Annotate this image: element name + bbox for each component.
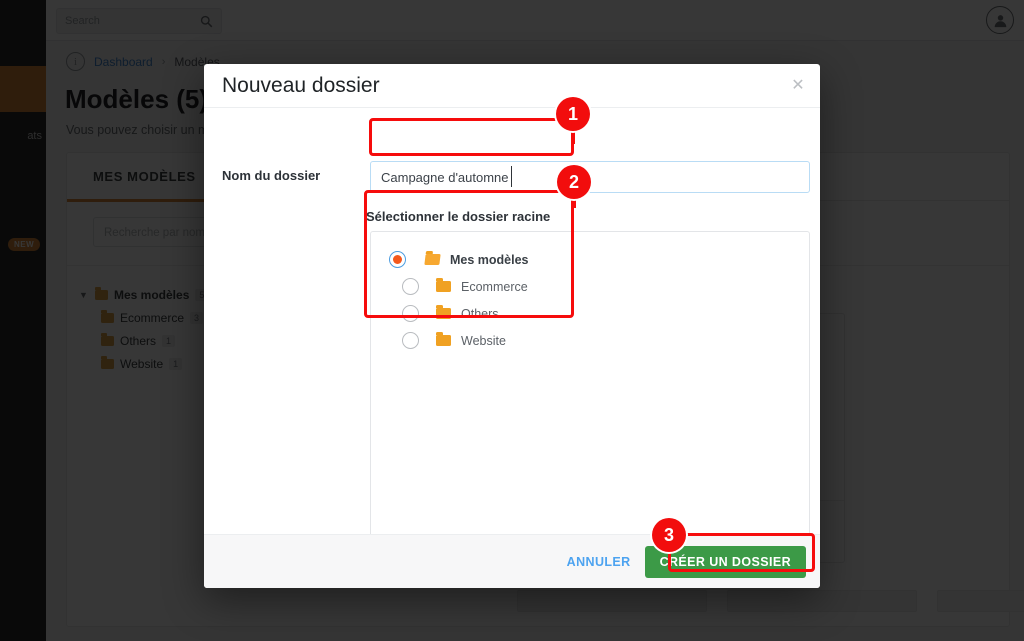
- folder-name-input[interactable]: [370, 161, 810, 193]
- folder-option-label: Website: [461, 333, 506, 348]
- folder-name-label: Nom du dossier: [222, 168, 321, 183]
- dialog-body: Nom du dossier Sélectionner le dossier r…: [204, 108, 820, 554]
- create-folder-button[interactable]: CRÉER UN DOSSIER: [644, 545, 806, 578]
- new-folder-dialog: Nouveau dossier ✕ Nom du dossier Sélecti…: [204, 64, 820, 588]
- radio-button[interactable]: [402, 278, 419, 295]
- folder-option-ecommerce[interactable]: Ecommerce: [371, 273, 809, 300]
- dialog-footer: ANNULER CRÉER UN DOSSIER: [204, 534, 820, 588]
- folder-option-others[interactable]: Others: [371, 300, 809, 327]
- close-icon[interactable]: ✕: [787, 75, 809, 97]
- folder-option-label: Mes modèles: [450, 252, 529, 267]
- radio-button[interactable]: [402, 305, 419, 322]
- folder-icon: [436, 331, 451, 346]
- dialog-title: Nouveau dossier: [222, 74, 380, 97]
- dialog-header: Nouveau dossier ✕: [204, 64, 820, 108]
- folder-option-label: Ecommerce: [461, 279, 528, 294]
- folder-open-icon: [424, 254, 441, 265]
- folder-tree[interactable]: Mes modèles Ecommerce Others Website: [370, 231, 810, 554]
- folder-option-mes-modeles[interactable]: Mes modèles: [371, 246, 809, 273]
- radio-button[interactable]: [402, 332, 419, 349]
- folder-option-website[interactable]: Website: [371, 327, 809, 354]
- cancel-button[interactable]: ANNULER: [567, 555, 631, 569]
- root-folder-label: Sélectionner le dossier racine: [366, 209, 551, 224]
- folder-icon: [436, 304, 451, 319]
- text-caret: [511, 166, 512, 187]
- folder-option-label: Others: [461, 306, 499, 321]
- radio-button[interactable]: [389, 251, 406, 268]
- folder-icon: [436, 277, 451, 292]
